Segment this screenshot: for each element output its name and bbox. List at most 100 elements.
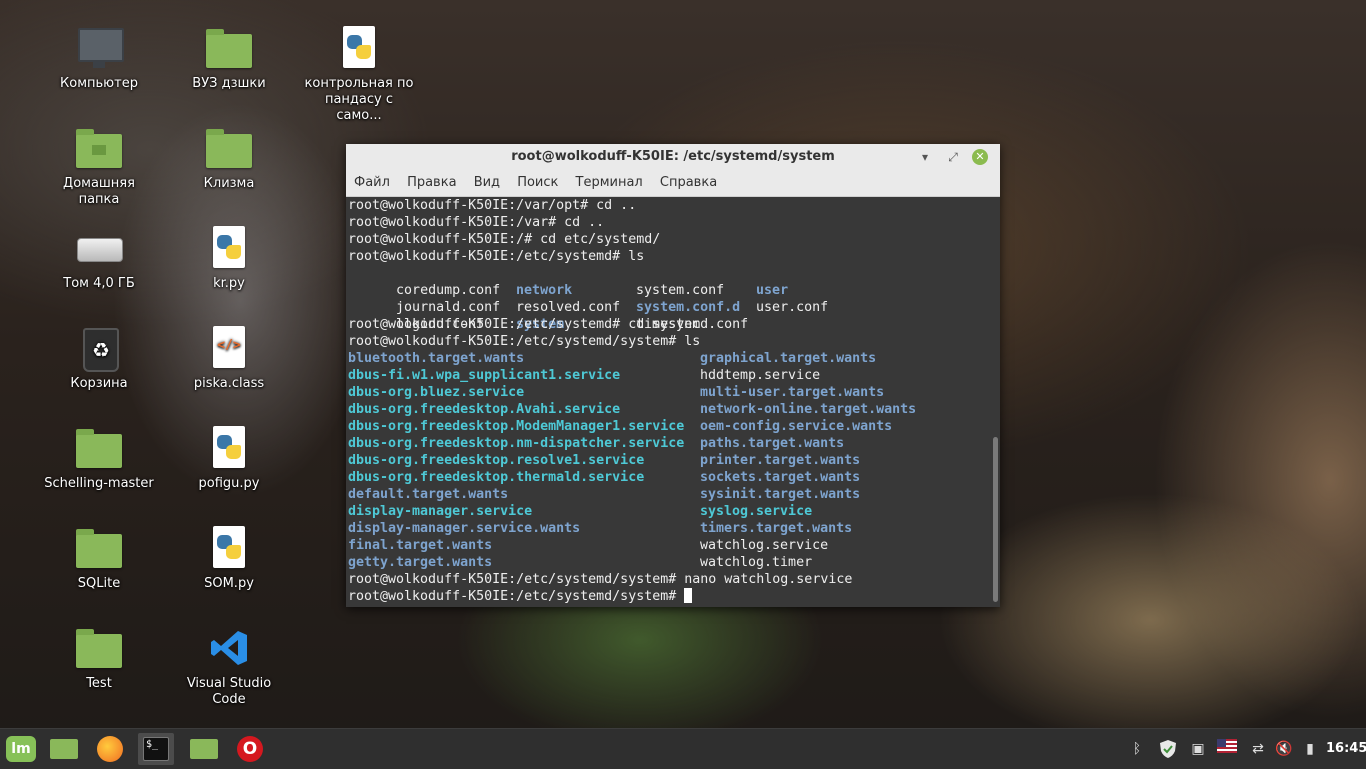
ls-entry-dir: getty.target.wants [348, 555, 493, 570]
desktop-icon-label: pofigu.py [198, 476, 260, 491]
ls-entry-dir: printer.target.wants [700, 453, 861, 468]
ls-row: dbus-fi.w1.wpa_supplicant1.service hddtem… [348, 367, 990, 384]
taskbar-terminal[interactable]: $_ [138, 733, 174, 765]
ls-entry-dir: graphical.target.wants [700, 351, 877, 366]
ls-entry-link: dbus-org.freedesktop.thermald.service [348, 470, 645, 485]
desktop-icon-computer[interactable]: Компьютер [44, 24, 154, 92]
desktop-icon-vscode[interactable]: Visual Studio Code [174, 624, 284, 708]
menu-view[interactable]: Вид [474, 170, 500, 196]
terminal-prompt: root@wolkoduff-K50IE:/etc/systemd/system… [348, 589, 685, 604]
desktop-icon-test[interactable]: Test [44, 624, 154, 692]
desktop-icon-label: Компьютер [60, 76, 138, 91]
desktop-icon-label: piska.class [193, 376, 265, 391]
ls-entry-dir: final.target.wants [348, 538, 493, 553]
taskbar-files[interactable] [186, 733, 222, 765]
ls-entry-dir: display-manager.service.wants [348, 521, 581, 536]
ls-row: default.target.wants sysinit.target.wants [348, 486, 990, 503]
ls-entry-dir: network-online.target.wants [700, 402, 917, 417]
start-menu-button[interactable]: lm [2, 733, 38, 765]
terminal-line: root@wolkoduff-K50IE:/etc/systemd# ls [348, 249, 645, 264]
ls-entry-link: dbus-org.freedesktop.nm-dispatcher.servi… [348, 436, 685, 451]
ls-entry-link: dbus-org.bluez.service [348, 385, 525, 400]
desktop-icon-label: Корзина [70, 376, 128, 391]
window-titlebar[interactable]: root@wolkoduff-K50IE: /etc/systemd/syste… [346, 144, 1000, 170]
terminal-line: root@wolkoduff-K50IE:/etc/systemd/system… [348, 572, 853, 587]
terminal-line: root@wolkoduff-K50IE:/var# cd .. [348, 215, 605, 230]
shield-icon[interactable] [1158, 739, 1178, 759]
ls-entry: hddtemp.service [700, 368, 821, 383]
terminal-prompt-line: root@wolkoduff-K50IE:/etc/systemd/system… [348, 588, 990, 605]
terminal-window[interactable]: root@wolkoduff-K50IE: /etc/systemd/syste… [346, 144, 1000, 607]
ls-entry: resolved.conf [516, 300, 621, 315]
menu-terminal[interactable]: Терминал [576, 170, 643, 196]
desktop-icon-som-py[interactable]: SOM.py [174, 524, 284, 592]
desktop-icon-vuz-folder[interactable]: ВУЗ дзшки [174, 24, 284, 92]
opera-icon: O [237, 736, 263, 762]
ls-entry: journald.conf [396, 300, 501, 315]
menu-search[interactable]: Поиск [517, 170, 558, 196]
terminal-scrollbar[interactable] [993, 437, 998, 602]
clipboard-icon[interactable]: ▣ [1188, 739, 1208, 759]
network-icon[interactable]: ⇄ [1248, 739, 1268, 759]
taskbar-opera[interactable]: O [232, 733, 268, 765]
desktop-icon-volume[interactable]: Том 4,0 ГБ [44, 224, 154, 292]
ls-row: dbus-org.freedesktop.resolve1.service pri… [348, 452, 990, 469]
terminal-output[interactable]: root@wolkoduff-K50IE:/var/opt# cd .. roo… [346, 197, 990, 607]
terminal-line: root@wolkoduff-K50IE:/# cd etc/systemd/ [348, 232, 661, 247]
desktop-icon-label: Домашняя папка [63, 176, 135, 207]
folder-icon [75, 524, 123, 572]
drive-icon [75, 224, 123, 272]
minimize-icon[interactable]: ▾ [916, 148, 934, 166]
menu-file[interactable]: Файл [354, 170, 390, 196]
clock[interactable]: 16:45 [1326, 729, 1366, 769]
menu-edit[interactable]: Правка [407, 170, 456, 196]
ls-row: dbus-org.freedesktop.nm-dispatcher.servi… [348, 435, 990, 452]
ls-entry-link: dbus-org.freedesktop.ModemManager1.servi… [348, 419, 685, 434]
terminal-line: root@wolkoduff-K50IE:/var/opt# cd .. [348, 198, 637, 213]
desktop-icon-home[interactable]: Домашняя папка [44, 124, 154, 208]
ls-entry: user.conf [756, 300, 829, 315]
terminal-line: root@wolkoduff-K50IE:/etc/systemd/system… [348, 334, 701, 349]
bluetooth-icon[interactable]: ᛒ [1127, 739, 1147, 759]
desktop-icon-label: Клизма [203, 176, 255, 191]
ls-entry-dir: user [756, 283, 789, 298]
code-file-icon: </> [205, 324, 253, 372]
terminal-icon: $_ [143, 737, 169, 761]
ls-entry-link: display-manager.service [348, 504, 533, 519]
vscode-icon [205, 624, 253, 672]
ls-entry-link: dbus-org.freedesktop.resolve1.service [348, 453, 645, 468]
desktop-icon-pofigu-py[interactable]: pofigu.py [174, 424, 284, 492]
terminal-menubar: Файл Правка Вид Поиск Терминал Справка [346, 170, 1000, 197]
taskbar-firefox[interactable] [92, 733, 128, 765]
ls-row: dbus-org.bluez.service multi-user.target.… [348, 384, 990, 401]
volume-muted-icon[interactable]: 🔇 [1274, 739, 1294, 759]
desktop-icon-label: Schelling-master [44, 476, 154, 491]
close-icon[interactable]: ✕ [972, 149, 988, 165]
desktop-icon-label: Test [86, 676, 112, 691]
ls-row: coredump.conf network system.conf user [348, 265, 990, 298]
taskbar-show-desktop[interactable] [46, 733, 82, 765]
ls-entry-link: dbus-fi.w1.wpa_supplicant1.service [348, 368, 621, 383]
ls-entry-link: dbus-org.freedesktop.Avahi.service [348, 402, 621, 417]
desktop-icon-kontrolnaya[interactable]: контрольная по пандасу с само... [304, 24, 414, 124]
ls-entry-dir: oem-config.service.wants [700, 419, 893, 434]
desktop-icon-klizma[interactable]: Клизма [174, 124, 284, 192]
battery-icon[interactable]: ▮ [1300, 739, 1320, 759]
ls-row: getty.target.wants watchlog.timer [348, 554, 990, 571]
desktop-icon-label: ВУЗ дзшки [192, 76, 266, 91]
desktop-icon-piska-class[interactable]: </> piska.class [174, 324, 284, 392]
desktop-icon-label: SOM.py [204, 576, 254, 591]
maximize-icon[interactable]: ⤢ [944, 148, 962, 166]
desktop-icon-sqlite[interactable]: SQLite [44, 524, 154, 592]
desktop-icon-label: Том 4,0 ГБ [63, 276, 135, 291]
desktop-icon-trash[interactable]: ♻ Корзина [44, 324, 154, 392]
ls-entry-dir: sysinit.target.wants [700, 487, 861, 502]
trash-icon: ♻ [75, 324, 123, 372]
ls-row: display-manager.service.wants timers.targ… [348, 520, 990, 537]
menu-help[interactable]: Справка [660, 170, 717, 196]
desktop-icon-kr-py[interactable]: kr.py [174, 224, 284, 292]
text-cursor [684, 588, 693, 603]
firefox-icon [97, 736, 123, 762]
desktop-icon-schelling[interactable]: Schelling-master [44, 424, 154, 492]
keyboard-layout-flag-icon[interactable] [1217, 739, 1237, 759]
